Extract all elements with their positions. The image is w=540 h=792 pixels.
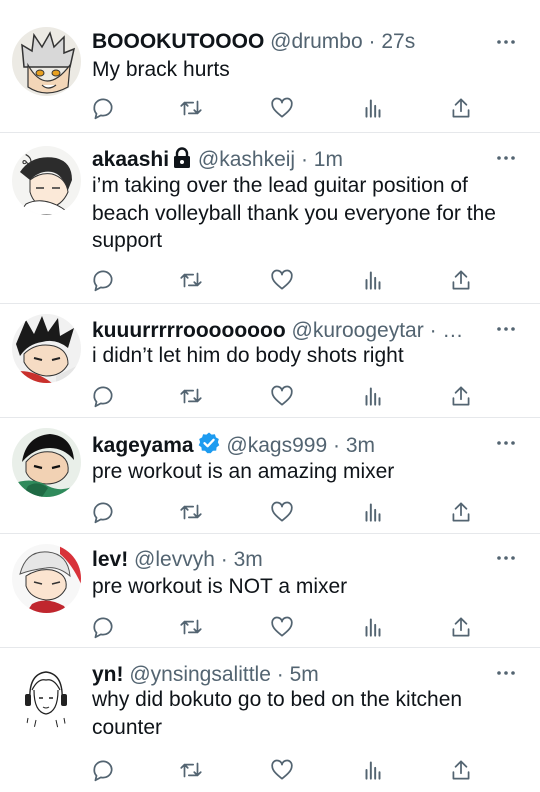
analytics-icon[interactable] xyxy=(360,757,386,783)
separator: · xyxy=(220,548,228,571)
retweet-icon[interactable] xyxy=(178,499,204,525)
tweet-actions xyxy=(90,383,474,411)
timestamp[interactable]: 3m xyxy=(346,434,375,457)
retweet-icon[interactable] xyxy=(178,383,204,409)
avatar[interactable] xyxy=(12,428,81,497)
tweet-text: My brack hurts xyxy=(92,58,230,81)
display-name[interactable]: kageyama xyxy=(92,434,194,457)
username[interactable]: @ynsingsalittle xyxy=(129,663,271,686)
more-options-icon[interactable] xyxy=(494,148,518,168)
tweet-actions xyxy=(90,614,474,642)
tweet-header: akaashi @kashkeij · 1m xyxy=(92,146,480,174)
username[interactable]: @levvyh xyxy=(134,548,215,571)
verified-icon xyxy=(197,431,221,459)
avatar[interactable] xyxy=(12,660,81,729)
share-icon[interactable] xyxy=(448,614,474,640)
separator: · xyxy=(332,434,340,457)
retweet-icon[interactable] xyxy=(178,757,204,783)
more-options-icon[interactable] xyxy=(494,548,518,568)
username[interactable]: @kags999 xyxy=(226,434,327,457)
like-icon[interactable] xyxy=(269,95,295,121)
lock-icon xyxy=(172,147,192,174)
anime-avatar-icon xyxy=(12,428,81,497)
tweet[interactable]: kageyama @kags999 · 3m pre workout is an… xyxy=(0,418,540,534)
timestamp[interactable]: 5m xyxy=(290,663,319,686)
retweet-icon[interactable] xyxy=(178,614,204,640)
analytics-icon[interactable] xyxy=(360,267,386,293)
svg-text:ఎ: ఎ xyxy=(22,152,32,168)
tweet[interactable]: ఎ akaashi @kashkeij · 1m i’m taking over… xyxy=(0,133,540,304)
tweet[interactable]: BOOOKUTOOOO @drumbo · 27s My brack hurts xyxy=(0,0,540,133)
analytics-icon[interactable] xyxy=(360,614,386,640)
share-icon[interactable] xyxy=(448,383,474,409)
username[interactable]: @kuroogeytar xyxy=(292,319,424,342)
separator: · xyxy=(300,148,308,171)
tweet[interactable]: lev! @levvyh · 3m pre workout is NOT a m… xyxy=(0,534,540,648)
more-options-icon[interactable] xyxy=(494,663,518,683)
timestamp[interactable]: 3m xyxy=(234,548,263,571)
avatar[interactable] xyxy=(12,544,81,613)
like-icon[interactable] xyxy=(269,614,295,640)
like-icon[interactable] xyxy=(269,499,295,525)
separator: · xyxy=(368,30,376,53)
username[interactable]: @drumbo xyxy=(270,30,363,53)
avatar[interactable]: ఎ xyxy=(12,146,81,215)
timestamp[interactable]: 27s xyxy=(381,30,415,53)
tweet-header: BOOOKUTOOOO @drumbo · 27s xyxy=(92,28,480,56)
anime-avatar-icon xyxy=(12,27,81,96)
reply-icon[interactable] xyxy=(90,383,116,409)
separator: · … xyxy=(429,319,464,342)
tweet-text: why did bokuto go to bed on the kitchen … xyxy=(92,688,463,739)
share-icon[interactable] xyxy=(448,95,474,121)
display-name[interactable]: lev! xyxy=(92,548,128,571)
share-icon[interactable] xyxy=(448,757,474,783)
more-options-icon[interactable] xyxy=(494,32,518,52)
analytics-icon[interactable] xyxy=(360,499,386,525)
anime-avatar-icon xyxy=(12,544,81,613)
share-icon[interactable] xyxy=(448,499,474,525)
more-options-icon[interactable] xyxy=(494,319,518,339)
display-name[interactable]: kuuurrrrroooooooo xyxy=(92,319,286,342)
tweet-text: i didn’t let him do body shots right xyxy=(92,344,404,367)
display-name[interactable]: BOOOKUTOOOO xyxy=(92,30,264,53)
reply-icon[interactable] xyxy=(90,499,116,525)
anime-avatar-icon xyxy=(12,314,81,383)
more-options-icon[interactable] xyxy=(494,433,518,453)
tweet-header: yn! @ynsingsalittle · 5m xyxy=(92,661,480,689)
tweet-header: kuuurrrrroooooooo @kuroogeytar · … xyxy=(92,317,480,345)
reply-icon[interactable] xyxy=(90,757,116,783)
tweet-header: kageyama @kags999 · 3m xyxy=(92,431,480,459)
retweet-icon[interactable] xyxy=(178,267,204,293)
like-icon[interactable] xyxy=(269,383,295,409)
timestamp[interactable]: 1m xyxy=(314,148,343,171)
sketch-avatar-icon xyxy=(12,660,81,729)
tweet-header: lev! @levvyh · 3m xyxy=(92,546,480,574)
display-name[interactable]: yn! xyxy=(92,663,124,686)
reply-icon[interactable] xyxy=(90,95,116,121)
avatar[interactable] xyxy=(12,27,81,96)
tweet-text: i’m taking over the lead guitar position… xyxy=(92,174,496,252)
username[interactable]: @kashkeij xyxy=(198,148,295,171)
tweet-actions xyxy=(90,757,474,785)
timeline: BOOOKUTOOOO @drumbo · 27s My brack hurts xyxy=(0,0,540,792)
like-icon[interactable] xyxy=(269,757,295,783)
retweet-icon[interactable] xyxy=(178,95,204,121)
avatar[interactable] xyxy=(12,314,81,383)
tweet-text: pre workout is an amazing mixer xyxy=(92,460,395,483)
reply-icon[interactable] xyxy=(90,267,116,293)
tweet[interactable]: yn! @ynsingsalittle · 5m why did bokuto … xyxy=(0,648,540,792)
separator: · xyxy=(276,663,284,686)
share-icon[interactable] xyxy=(448,267,474,293)
tweet-actions xyxy=(90,499,474,527)
like-icon[interactable] xyxy=(269,267,295,293)
analytics-icon[interactable] xyxy=(360,383,386,409)
reply-icon[interactable] xyxy=(90,614,116,640)
tweet-text: pre workout is NOT a mixer xyxy=(92,575,348,598)
display-name[interactable]: akaashi xyxy=(92,148,169,171)
analytics-icon[interactable] xyxy=(360,95,386,121)
tweet-actions xyxy=(90,95,474,123)
anime-avatar-icon: ఎ xyxy=(12,146,81,215)
tweet[interactable]: kuuurrrrroooooooo @kuroogeytar · … i did… xyxy=(0,304,540,418)
tweet-actions xyxy=(90,267,474,295)
